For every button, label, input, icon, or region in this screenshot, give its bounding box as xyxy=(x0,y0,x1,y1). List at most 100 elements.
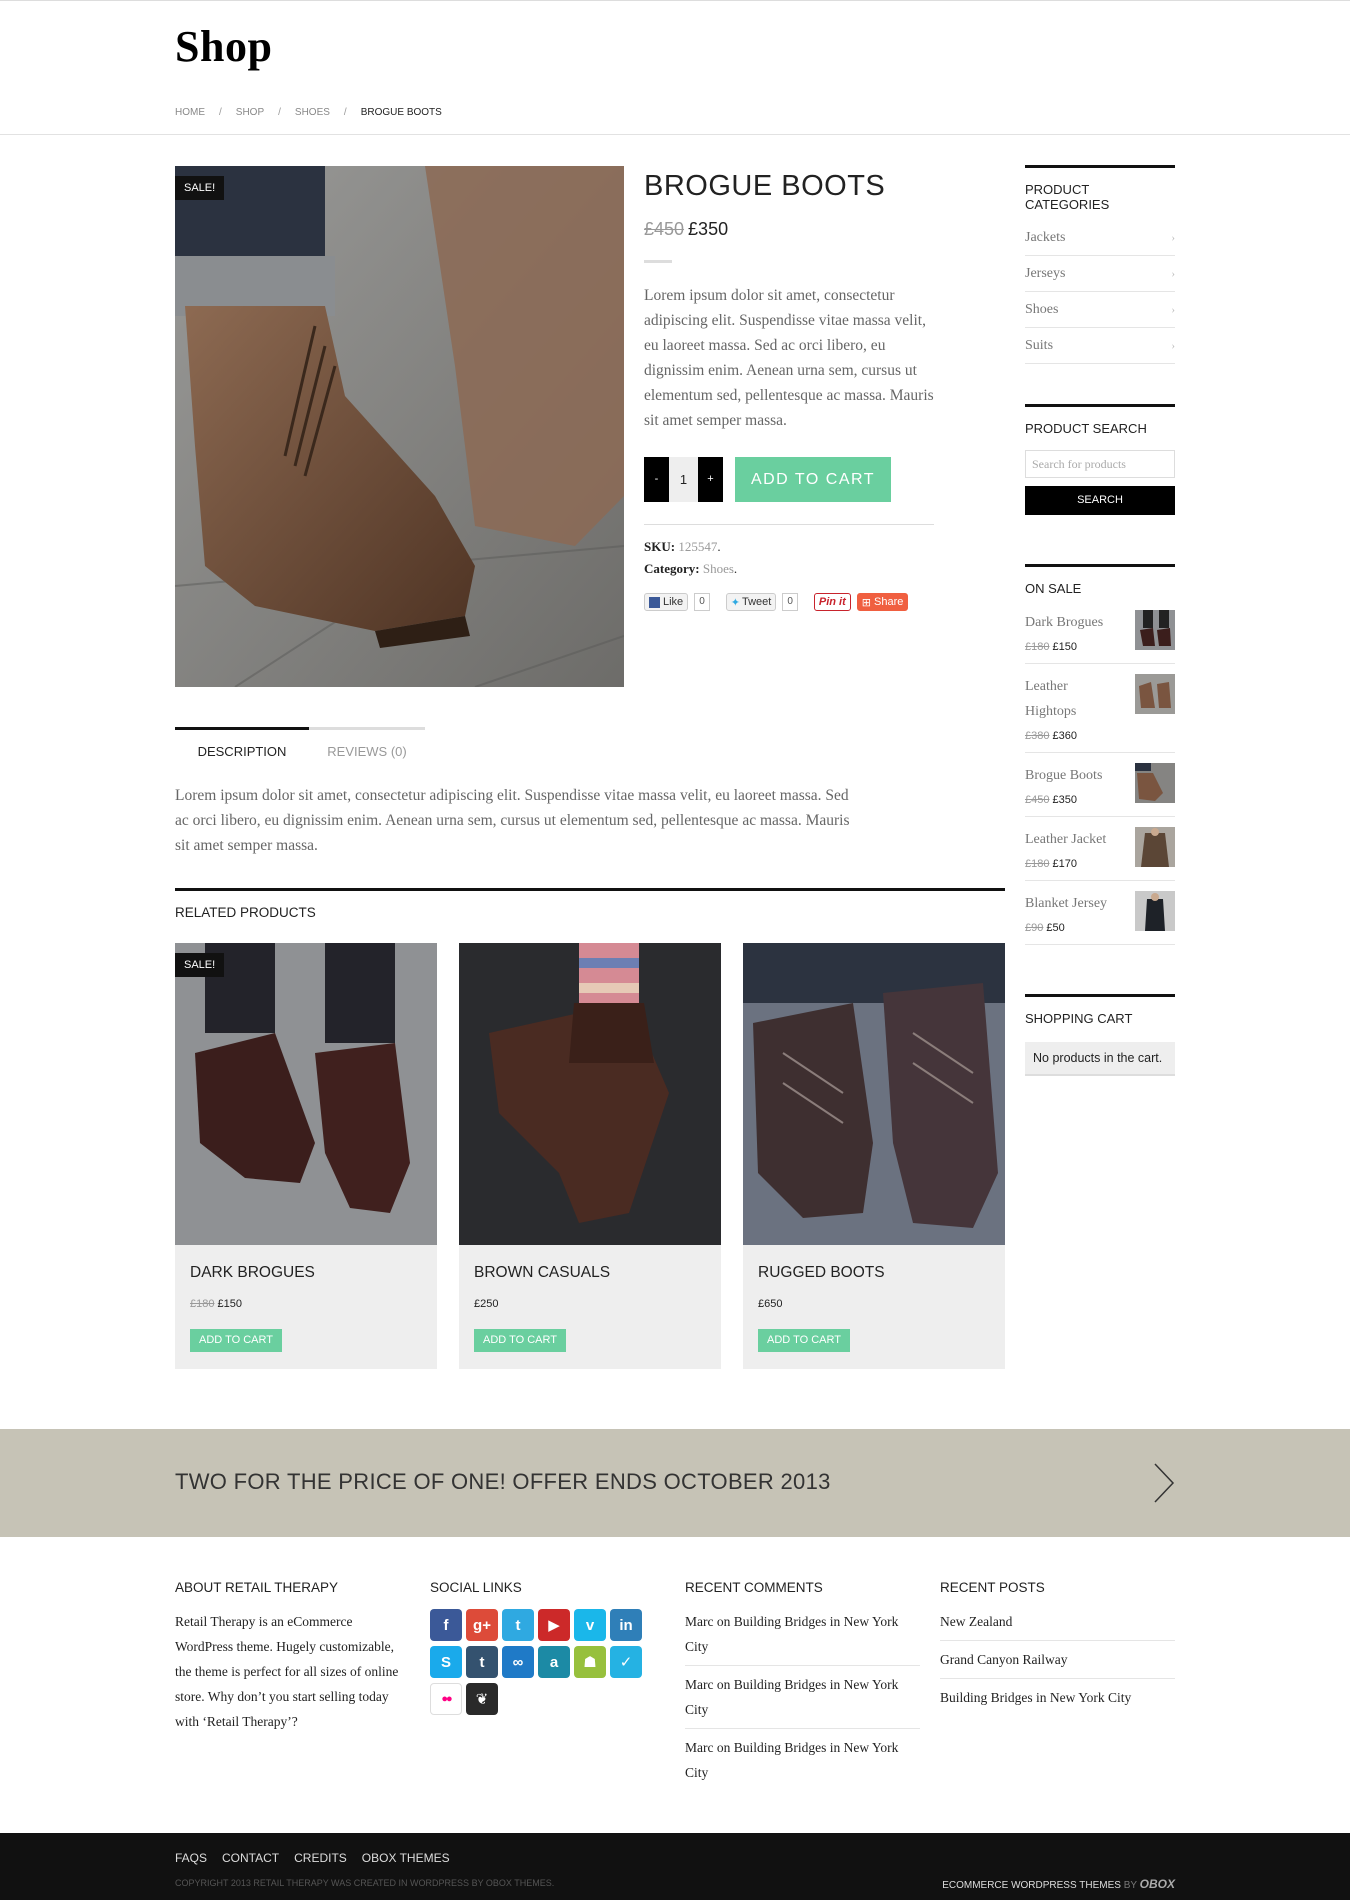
recent-post-link[interactable]: Building Bridges in New York City xyxy=(940,1679,1175,1716)
skype-icon[interactable]: S xyxy=(430,1646,462,1678)
related-product-card[interactable]: BROWN CASUALS £250 ADD TO CART xyxy=(459,943,721,1369)
category-label: Shoes xyxy=(1025,302,1059,317)
brogue-boot-photo xyxy=(175,166,624,687)
product-categories-widget: PRODUCT CATEGORIES Jackets › Jerseys › Sho… xyxy=(1025,165,1175,364)
breadcrumb-home[interactable]: HOME xyxy=(175,107,205,118)
widget-title: SOCIAL LINKS xyxy=(430,1580,522,1595)
widget-title: SHOPPING CART xyxy=(1025,994,1175,1026)
on-sale-item[interactable]: Leather Jacket £180 £170 xyxy=(1025,817,1175,881)
product-name[interactable]: Blanket Jersey xyxy=(1025,891,1107,916)
like-count: 0 xyxy=(694,593,710,611)
comment-author[interactable]: Marc xyxy=(685,1614,713,1629)
product-thumbnail[interactable] xyxy=(459,943,721,1245)
category-item-suits[interactable]: Suits › xyxy=(1025,328,1175,364)
product-thumbnail[interactable] xyxy=(743,943,1005,1245)
product-thumbnail[interactable] xyxy=(1135,891,1175,931)
social-share-bar: Like 0 ✦ Tweet 0 Pin it ⊞ Share xyxy=(644,593,934,611)
social-links: f g+ t ▶ v in St ∞ a ☗ ✓ ●● ❦ xyxy=(430,1609,665,1715)
quantity-input[interactable]: 1 xyxy=(669,457,698,502)
add-to-cart-button[interactable]: ADD TO CART xyxy=(758,1329,850,1352)
foursquare-icon[interactable]: ✓ xyxy=(610,1646,642,1678)
product-title: BROGUE BOOTS xyxy=(644,170,886,202)
footer-link-contact[interactable]: CONTACT xyxy=(222,1851,279,1865)
on-sale-item[interactable]: Leather Hightops £380 £360 xyxy=(1025,664,1175,753)
promo-banner[interactable]: TWO FOR THE PRICE OF ONE! OFFER ENDS OCT… xyxy=(0,1429,1350,1537)
on-sale-item[interactable]: Blanket Jersey £90 £50 xyxy=(1025,881,1175,945)
product-name[interactable]: Dark Brogues xyxy=(1025,610,1103,635)
product-thumbnail[interactable] xyxy=(1135,763,1175,803)
vimeo-icon[interactable]: v xyxy=(574,1609,606,1641)
recent-post-link[interactable]: New Zealand xyxy=(940,1603,1175,1641)
theme-credit[interactable]: ECOMMERCE WORDPRESS THEMES BY Obox xyxy=(942,1877,1175,1891)
breadcrumb-current: BROGUE BOOTS xyxy=(360,107,442,118)
widget-title: PRODUCT CATEGORIES xyxy=(1025,165,1175,212)
twitter-icon[interactable]: t xyxy=(502,1609,534,1641)
footer-link-faqs[interactable]: FAQS xyxy=(175,1851,207,1865)
product-thumbnail[interactable] xyxy=(1135,827,1175,867)
product-name[interactable]: RUGGED BOOTS xyxy=(758,1264,885,1282)
google-plus-icon[interactable]: g+ xyxy=(466,1609,498,1641)
footer-link-obox-themes[interactable]: OBOX THEMES xyxy=(362,1851,450,1865)
delicious-icon[interactable]: ∞ xyxy=(502,1646,534,1678)
on-sale-item[interactable]: Brogue Boots £450 £350 xyxy=(1025,753,1175,817)
tumblr-icon[interactable]: t xyxy=(466,1646,498,1678)
product-thumbnail[interactable] xyxy=(1135,674,1175,714)
on-sale-widget: ON SALE Dark Brogues £180 £150 Leather Hig… xyxy=(1025,564,1175,945)
breadcrumb-shop[interactable]: SHOP xyxy=(236,107,264,118)
comment-author[interactable]: Marc xyxy=(685,1677,713,1692)
leather-hightops-thumbnail xyxy=(1135,674,1175,714)
old-price: £180 xyxy=(190,1298,215,1310)
product-name[interactable]: Leather Jacket xyxy=(1025,827,1106,852)
product-search-input[interactable]: Search for products xyxy=(1025,450,1175,478)
search-button[interactable]: SEARCH xyxy=(1025,486,1175,515)
product-name[interactable]: Brogue Boots xyxy=(1025,763,1102,788)
youtube-icon[interactable]: ▶ xyxy=(538,1609,570,1641)
category-label: Category: xyxy=(644,561,700,576)
category-item-jerseys[interactable]: Jerseys › xyxy=(1025,256,1175,292)
tab-reviews[interactable]: REVIEWS (0) xyxy=(309,727,425,763)
related-product-card[interactable]: RUGGED BOOTS £650 ADD TO CART xyxy=(743,943,1005,1369)
evernote-icon[interactable]: ❦ xyxy=(466,1683,498,1715)
product-tabs: DESCRIPTION REVIEWS (0) xyxy=(175,727,425,763)
quantity-increase-button[interactable]: + xyxy=(698,457,723,502)
breadcrumb-shoes[interactable]: SHOES xyxy=(295,107,330,118)
related-product-card[interactable]: SALE! DARK BROGUES £180 £150 ADD TO CART xyxy=(175,943,437,1369)
product-name[interactable]: Leather Hightops xyxy=(1025,674,1105,724)
flickr-icon[interactable]: ●● xyxy=(430,1683,462,1715)
facebook-icon[interactable]: f xyxy=(430,1609,462,1641)
chevron-right-icon[interactable] xyxy=(1153,1462,1175,1504)
footer-link-credits[interactable]: CREDITS xyxy=(294,1851,347,1865)
product-price: £250 xyxy=(474,1298,498,1310)
tweet-button[interactable]: ✦ Tweet xyxy=(725,593,777,611)
product-search-widget: PRODUCT SEARCH Search for products SEARC… xyxy=(1025,404,1175,515)
product-image[interactable]: SALE! xyxy=(175,166,624,687)
amazon-icon[interactable]: a xyxy=(538,1646,570,1678)
facebook-like-button[interactable]: Like xyxy=(644,593,689,611)
footer-about-widget: ABOUT RETAIL THERAPY Retail Therapy is a… xyxy=(175,1580,410,1734)
category-item-shoes[interactable]: Shoes › xyxy=(1025,292,1175,328)
site-title[interactable]: Shop xyxy=(175,21,272,72)
product-name[interactable]: BROWN CASUALS xyxy=(474,1264,610,1282)
share-button[interactable]: ⊞ Share xyxy=(856,593,909,611)
tweet-label: Tweet xyxy=(741,596,772,608)
breadcrumb-separator: / xyxy=(219,107,222,118)
product-name[interactable]: DARK BROGUES xyxy=(190,1264,315,1282)
category-link[interactable]: Shoes xyxy=(703,561,734,576)
product-thumbnail[interactable]: SALE! xyxy=(175,943,437,1245)
category-label: Jerseys xyxy=(1025,266,1066,281)
add-to-cart-button[interactable]: ADD TO CART xyxy=(190,1329,282,1352)
quantity-decrease-button[interactable]: - xyxy=(644,457,669,502)
old-price: £450 xyxy=(1025,794,1050,806)
android-icon[interactable]: ☗ xyxy=(574,1646,606,1678)
tab-description[interactable]: DESCRIPTION xyxy=(175,727,309,763)
on-sale-item[interactable]: Dark Brogues £180 £150 xyxy=(1025,600,1175,664)
chevron-right-icon: › xyxy=(1171,340,1175,352)
product-thumbnail[interactable] xyxy=(1135,610,1175,650)
add-to-cart-button[interactable]: ADD TO CART xyxy=(474,1329,566,1352)
linkedin-icon[interactable]: in xyxy=(610,1609,642,1641)
comment-author[interactable]: Marc xyxy=(685,1740,713,1755)
pinterest-button[interactable]: Pin it xyxy=(813,593,851,611)
recent-post-link[interactable]: Grand Canyon Railway xyxy=(940,1641,1175,1679)
category-item-jackets[interactable]: Jackets › xyxy=(1025,220,1175,256)
add-to-cart-button[interactable]: ADD TO CART xyxy=(735,457,891,502)
